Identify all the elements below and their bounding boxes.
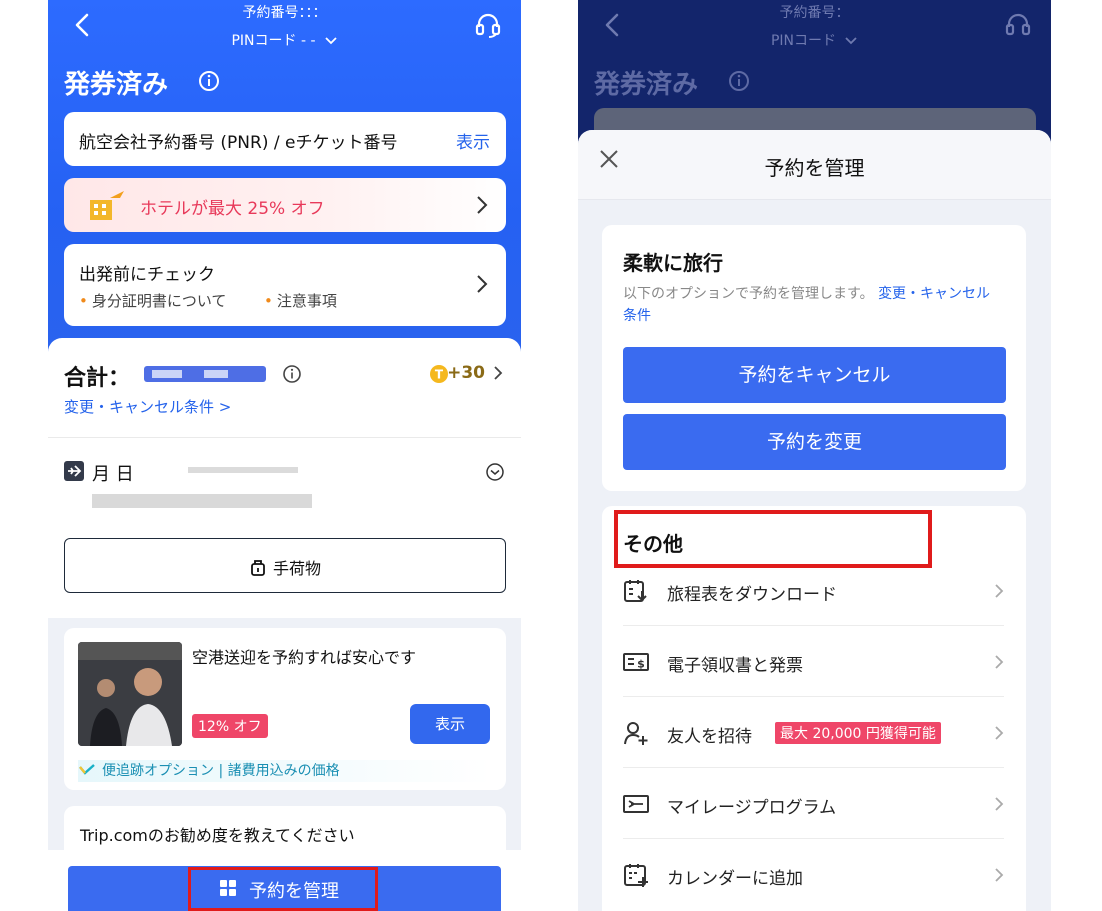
reward-badge: 最大 20,000 円獲得可能 bbox=[775, 722, 941, 744]
menu-item-add-calendar[interactable]: カレンダーに追加 bbox=[623, 840, 1004, 910]
pin-code-label: PINコード - - bbox=[231, 33, 316, 49]
chevron-right-icon bbox=[995, 655, 1004, 669]
booking-header: 予約番号：：： PINコード - - 発券済み 航空会社予約番号 (PNR) /… bbox=[48, 0, 521, 360]
receipt-icon: $ bbox=[623, 653, 649, 671]
chevron-down-icon bbox=[324, 37, 337, 45]
driver-photo bbox=[78, 642, 182, 746]
hotel-plane-icon bbox=[90, 191, 124, 220]
precheck-item: • 注意事項 bbox=[264, 292, 337, 310]
transfer-promo-note: 便追跡オプション | 諸費用込みの価格 bbox=[78, 760, 492, 782]
svg-text:T: T bbox=[435, 368, 444, 382]
chevron-right-icon bbox=[995, 868, 1004, 882]
cancel-booking-button[interactable]: 予約をキャンセル bbox=[623, 347, 1006, 403]
blurred-flight-info bbox=[188, 467, 298, 473]
pnr-show-link[interactable]: 表示 bbox=[456, 128, 490, 153]
pnr-label: 航空会社予約番号 (PNR) / eチケット番号 bbox=[79, 133, 398, 153]
pin-code-toggle[interactable]: PINコード - - bbox=[48, 30, 521, 50]
menu-item-label: 友人を招待 bbox=[667, 727, 752, 747]
headset-icon[interactable] bbox=[473, 10, 503, 40]
svg-text:$: $ bbox=[637, 658, 645, 671]
sheet-title: 予約を管理 bbox=[764, 156, 865, 180]
transfer-promo-title: 空港送迎を予約すれば安心です bbox=[192, 648, 417, 667]
flexible-description: 以下のオプションで予約を管理します。 変更・キャンセル条件 bbox=[623, 286, 991, 324]
total-label: 合計： bbox=[64, 366, 131, 391]
calendar-add-icon bbox=[624, 864, 648, 887]
flexible-travel-card: 柔軟に旅行 以下のオプションで予約を管理します。 変更・キャンセル条件 予約をキ… bbox=[602, 225, 1026, 491]
invite-friend-icon bbox=[624, 722, 648, 745]
change-booking-button[interactable]: 予約を変更 bbox=[623, 414, 1006, 470]
check-shield-icon bbox=[79, 764, 95, 775]
plane-icon bbox=[64, 461, 84, 481]
headset-icon bbox=[1005, 13, 1031, 36]
divider bbox=[48, 437, 521, 438]
luggage-icon bbox=[251, 560, 265, 576]
discount-badge: 12% オフ bbox=[192, 714, 268, 738]
flexible-title: 柔軟に旅行 bbox=[623, 251, 723, 275]
info-icon bbox=[729, 71, 749, 91]
baggage-label: 手荷物 bbox=[272, 559, 321, 578]
menu-item-label: 電子領収書と発票 bbox=[667, 656, 803, 676]
baggage-button[interactable]: 手荷物 bbox=[64, 538, 506, 593]
menu-item-label: カレンダーに追加 bbox=[667, 869, 803, 889]
pre-departure-title: 出発前にチェック bbox=[79, 265, 215, 285]
chevron-right-icon bbox=[995, 584, 1004, 598]
survey-title: Trip.comのお勧め度を教えてください bbox=[80, 826, 355, 845]
hotel-discount-banner[interactable]: ホテルが最大 25% オフ bbox=[64, 178, 506, 232]
blurred-route bbox=[92, 494, 312, 508]
menu-item-label: マイレージプログラム bbox=[667, 798, 837, 818]
manage-booking-screen: 予約番号： PINコード 発券済み 予約を管理 柔軟に旅行 以下のオプションで予… bbox=[578, 0, 1051, 911]
chevron-right-icon bbox=[477, 196, 488, 214]
sheet-header: 予約を管理 bbox=[578, 130, 1051, 200]
pin-code-label: PINコード bbox=[578, 30, 1051, 50]
show-transfer-button[interactable]: 表示 bbox=[410, 704, 490, 744]
blurred-price bbox=[144, 366, 266, 382]
itinerary-download-icon bbox=[624, 580, 647, 602]
pnr-card[interactable]: 航空会社予約番号 (PNR) / eチケット番号 表示 bbox=[64, 112, 506, 166]
booking-number: 予約番号： bbox=[779, 5, 850, 21]
pre-departure-check-card[interactable]: 出発前にチェック • 身分証明書について • 注意事項 bbox=[64, 244, 506, 326]
expand-icon[interactable] bbox=[485, 462, 505, 482]
highlight-box bbox=[188, 867, 378, 911]
highlight-box bbox=[614, 510, 932, 568]
booking-detail-screen: 予約番号：：： PINコード - - 発券済み 航空会社予約番号 (PNR) /… bbox=[48, 0, 521, 911]
booking-number: 予約番号：：： bbox=[242, 5, 327, 21]
info-icon[interactable] bbox=[282, 364, 302, 384]
trip-coin-icon: T bbox=[430, 365, 448, 383]
info-icon[interactable] bbox=[198, 70, 220, 92]
chevron-right-icon bbox=[494, 366, 503, 380]
menu-item-mileage[interactable]: マイレージプログラム bbox=[623, 769, 1004, 839]
mileage-icon bbox=[623, 795, 649, 813]
booking-summary: 合計： T +30 変更・キャンセル条件 > 月 日 手荷物 bbox=[48, 338, 521, 618]
flight-date: 月 日 bbox=[92, 464, 134, 485]
menu-item-invite-friend[interactable]: 友人を招待 最大 20,000 円獲得可能 bbox=[623, 698, 1004, 768]
ticket-status-title: 発券済み bbox=[64, 70, 169, 100]
hotel-discount-label: ホテルが最大 25% オフ bbox=[140, 199, 325, 219]
trip-coins-points[interactable]: +30 bbox=[447, 363, 485, 383]
cancel-policy-link[interactable]: 変更・キャンセル条件 > bbox=[64, 396, 231, 417]
chevron-right-icon bbox=[995, 797, 1004, 811]
ticket-status-title: 発券済み bbox=[594, 70, 699, 100]
chevron-right-icon bbox=[477, 275, 488, 293]
chevron-right-icon bbox=[995, 726, 1004, 740]
menu-item-receipt[interactable]: $ 電子領収書と発票 bbox=[623, 627, 1004, 697]
precheck-item: • 身分証明書について bbox=[79, 292, 227, 310]
airport-transfer-promo[interactable]: 空港送迎を予約すれば安心です 12% オフ 表示 便追跡オプション | 諸費用込… bbox=[64, 628, 506, 790]
menu-item-label: 旅程表をダウンロード bbox=[667, 585, 837, 605]
chevron-down-icon bbox=[845, 37, 857, 45]
